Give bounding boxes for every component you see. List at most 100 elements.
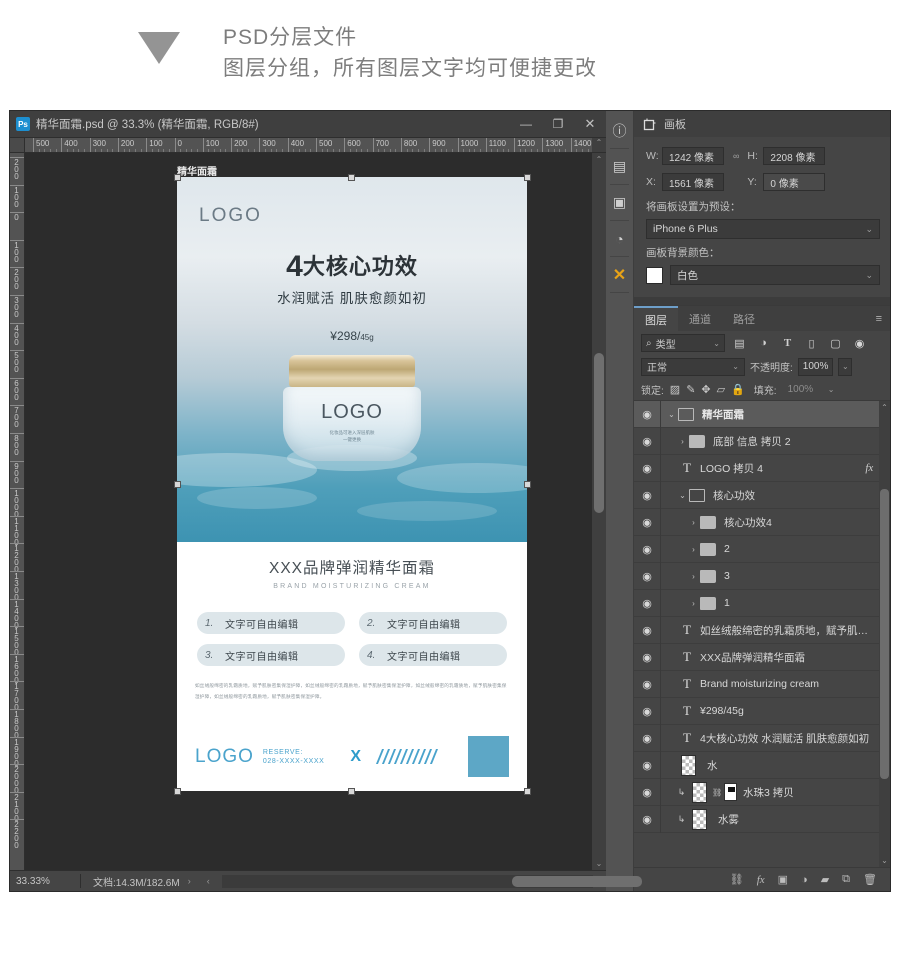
eye-icon[interactable]: ◉ [634, 732, 660, 745]
selection-handle-bc[interactable] [348, 788, 355, 795]
zoom-level[interactable]: 33.33% [10, 876, 80, 887]
eye-icon[interactable]: ◉ [634, 543, 660, 556]
tools-icon[interactable]: ✕ [606, 259, 633, 290]
layer-row[interactable]: ◉ › 1 [634, 589, 890, 617]
disclosure-triangle-icon[interactable]: › [687, 545, 700, 554]
new-layer-icon[interactable]: ⧉ [842, 873, 850, 886]
layer-row[interactable]: ◉ › 底部 信息 拷贝 2 [634, 427, 890, 455]
layer-row[interactable]: ◉ T ¥298/45g [634, 697, 890, 725]
notes-icon[interactable]: ▣ [606, 187, 633, 218]
adjustment-filter-icon[interactable]: ◑ [754, 337, 773, 349]
lock-image-icon[interactable]: ✎ [686, 383, 695, 396]
layer-row[interactable]: ◉ ↳ 水雾 [634, 805, 890, 833]
lock-all-icon[interactable]: 🔒 [731, 383, 745, 396]
selection-handle-tr[interactable] [524, 174, 531, 181]
layer-scroll-down-arrow[interactable]: ⌄ [879, 856, 890, 865]
shape-filter-icon[interactable]: ▯ [802, 337, 821, 350]
panel-menu-icon[interactable]: ≡ [868, 306, 890, 331]
disclosure-triangle-icon[interactable]: ⌄ [676, 491, 689, 500]
adjustment-layer-icon[interactable]: ◑ [801, 874, 808, 886]
eye-icon[interactable]: ◉ [634, 435, 660, 448]
tab-通道[interactable]: 通道 [678, 306, 722, 331]
layer-row[interactable]: ◉ ⌄ 精华面霜 [634, 401, 890, 428]
eye-icon[interactable]: ◉ [634, 516, 660, 529]
smartobject-filter-icon[interactable]: ▢ [826, 337, 845, 350]
info-icon[interactable]: ⓘ [606, 115, 633, 146]
eye-icon[interactable]: ◉ [634, 489, 660, 502]
selection-handle-bl[interactable] [174, 788, 181, 795]
x-input[interactable]: 1561 像素 [662, 173, 724, 191]
eye-icon[interactable]: ◉ [634, 597, 660, 610]
layer-row[interactable]: ◉ › 2 [634, 535, 890, 563]
layer-row[interactable]: ◉ T Brand moisturizing cream [634, 670, 890, 698]
y-input[interactable]: 0 像素 [763, 173, 826, 191]
filter-toggle-icon[interactable]: ◉ [850, 337, 869, 350]
filter-type-select[interactable]: ⌕ 类型 ⌄ [641, 334, 725, 352]
vertical-ruler[interactable]: 200 100 0 100 200 300 400 500 600 700 800 900 1000 11… [10, 153, 25, 870]
disclosure-triangle-icon[interactable]: › [687, 599, 700, 608]
disclosure-triangle-icon[interactable]: › [687, 518, 700, 527]
eye-icon[interactable]: ◉ [634, 408, 660, 421]
eye-icon[interactable]: ◉ [634, 624, 660, 637]
selection-handle-mr[interactable] [524, 481, 531, 488]
eye-icon[interactable]: ◉ [634, 759, 660, 772]
maximize-button[interactable]: ❐ [542, 111, 574, 137]
hscroll-thumb[interactable] [511, 875, 642, 887]
selection-handle-ml[interactable] [174, 481, 181, 488]
eye-icon[interactable]: ◉ [634, 678, 660, 691]
scroll-thumb[interactable] [594, 353, 604, 513]
tab-路径[interactable]: 路径 [722, 306, 766, 331]
lock-position-icon[interactable]: ✥ [701, 383, 710, 396]
hscroll-left-arrow[interactable]: ‹ [199, 876, 218, 886]
layer-row[interactable]: ◉ T 4大核心功效 水润赋活 肌肤愈颜如初 [634, 724, 890, 752]
opacity-input[interactable]: 100% [797, 357, 834, 376]
close-button[interactable]: ✕ [574, 111, 606, 137]
layer-row[interactable]: ◉ › 3 [634, 562, 890, 590]
eye-icon[interactable]: ◉ [634, 813, 660, 826]
scroll-down-arrow[interactable]: ⌄ [592, 859, 606, 868]
layer-effects-icon[interactable]: fx [865, 462, 877, 474]
eye-icon[interactable]: ◉ [634, 570, 660, 583]
eye-icon[interactable]: ◉ [634, 705, 660, 718]
add-mask-icon[interactable]: ▣ [778, 873, 788, 886]
layer-row[interactable]: ◉TLOGO 拷贝 4fx⌄ [634, 454, 890, 482]
fill-stepper[interactable]: ⌄ [824, 380, 839, 398]
3d-icon[interactable]: ◔ [606, 223, 633, 254]
mask-link-icon[interactable]: ⛓ [712, 788, 722, 797]
layer-list-scrollbar[interactable]: ⌃ ⌄ [879, 401, 890, 867]
fill-input[interactable]: 100% [782, 380, 819, 398]
eye-icon[interactable]: ◉ [634, 462, 660, 475]
canvas-horizontal-scrollbar[interactable] [221, 874, 642, 888]
layer-row[interactable]: ◉ ↳ ⛓ 水珠3 拷贝 [634, 778, 890, 806]
status-expand-arrow[interactable]: › [180, 876, 199, 886]
layer-row[interactable]: ◉ T XXX品牌弹润精华面霜 [634, 643, 890, 671]
canvas-vertical-scrollbar[interactable]: ⌃ ⌄ [592, 153, 606, 870]
selection-handle-tc[interactable] [348, 174, 355, 181]
history-icon[interactable]: ▤ [606, 151, 633, 182]
layer-list[interactable]: ◉ ⌄ 精华面霜 ◉ › 底部 信息 拷贝 2 ◉ T LOGO 拷贝 4 fx ⌄ ◉ ⌄ 核心功效 ◉ ›… [634, 401, 890, 867]
width-input[interactable]: 1242 像素 [662, 147, 724, 165]
link-layers-icon[interactable]: ⛓ [730, 873, 744, 886]
bgcolor-select[interactable]: 白色 ⌄ [670, 265, 880, 285]
delete-layer-icon[interactable]: 🗑 [863, 873, 877, 886]
layer-row[interactable]: ◉ ⌄ 核心功效 [634, 481, 890, 509]
selection-handle-br[interactable] [524, 788, 531, 795]
text-filter-icon[interactable]: T [778, 337, 797, 349]
blend-mode-select[interactable]: 正常 ⌄ [641, 357, 745, 376]
layer-row[interactable]: ◉ T 如丝绒般绵密的乳霜质地，赋予肌… [634, 616, 890, 644]
layer-row[interactable]: ◉ 水 [634, 751, 890, 779]
minimize-button[interactable]: — [510, 111, 542, 137]
lock-transparent-icon[interactable]: ▨ [670, 383, 680, 396]
lock-artboard-icon[interactable]: ▱ [717, 383, 725, 396]
disclosure-triangle-icon[interactable]: › [676, 437, 689, 446]
opacity-stepper[interactable]: ⌄ [838, 357, 853, 376]
layer-style-fx-icon[interactable]: fx [757, 874, 765, 886]
scroll-up-arrow[interactable]: ⌃ [592, 155, 606, 164]
disclosure-triangle-icon[interactable]: ⌄ [665, 410, 678, 419]
canvas[interactable]: 精华面霜 LOGO 4大核心功效 水润赋活 肌肤愈颜如初 ¥298/45g LO… [25, 153, 592, 870]
disclosure-triangle-icon[interactable]: › [687, 572, 700, 581]
eye-icon[interactable]: ◉ [634, 786, 660, 799]
preset-select[interactable]: iPhone 6 Plus ⌄ [646, 219, 880, 239]
new-group-icon[interactable]: ▰ [821, 873, 829, 886]
horizontal-ruler[interactable]: 500 400 300 200 100 0 100 200 300 400 500 600 700 800… [25, 138, 592, 153]
